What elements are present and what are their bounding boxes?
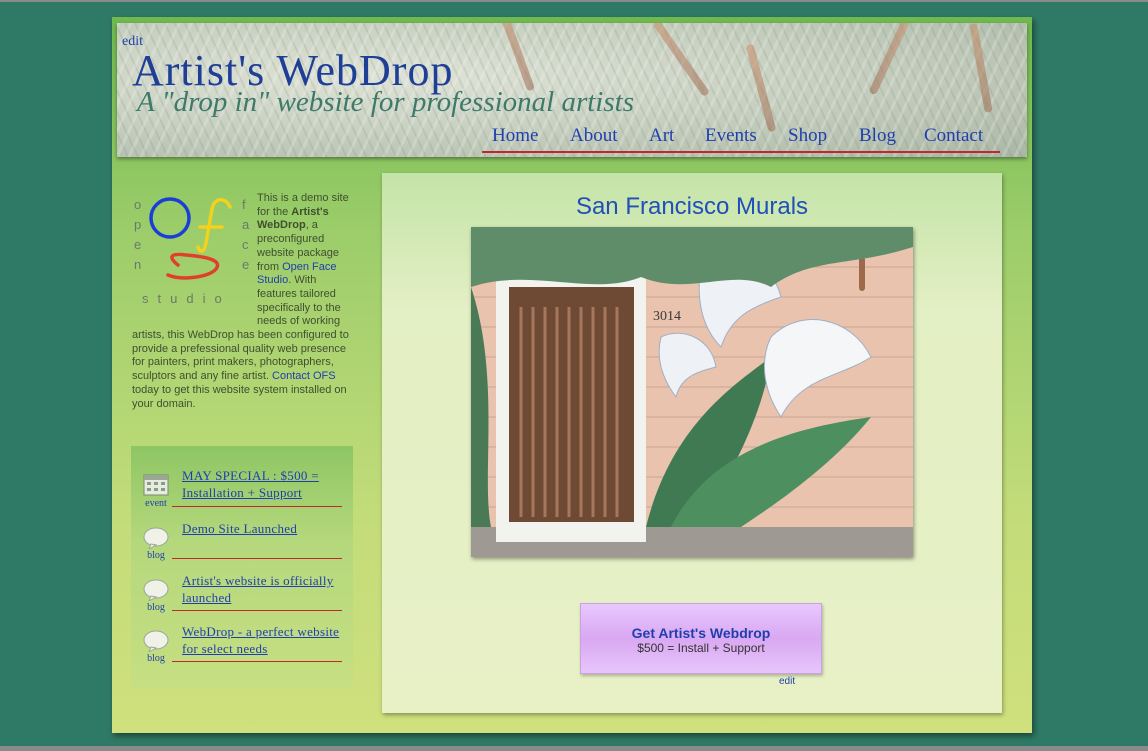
mural-illustration: 3014 [471, 227, 913, 557]
blog-title-link[interactable]: WebDrop - a perfect website for select n… [182, 624, 342, 657]
mural-image[interactable]: 3014 [471, 227, 913, 557]
cta-title: Get Artist's Webdrop [631, 625, 771, 641]
pine-cone-decoration [868, 23, 914, 96]
speech-bubble-icon [143, 630, 169, 652]
item-type-label: blog [147, 602, 165, 613]
intro-text: This is a demo site for the Artist's Web… [132, 192, 349, 410]
divider [172, 661, 342, 662]
blog-title-link[interactable]: Demo Site Launched [182, 521, 342, 538]
divider [172, 610, 342, 611]
list-item[interactable]: blog Artist's website is officially laun… [131, 571, 353, 615]
site-subtitle: A "drop in" website for professional art… [137, 86, 634, 118]
pine-cone-decoration [969, 23, 993, 114]
divider [172, 558, 342, 559]
nav-events[interactable]: Events [705, 125, 757, 147]
list-item[interactable]: blog WebDrop - a perfect website for sel… [131, 622, 353, 666]
page-container: edit Artist's WebDrop A "drop in" websit… [112, 17, 1032, 733]
event-title-link[interactable]: MAY SPECIAL : $500 = Installation + Supp… [182, 468, 342, 501]
get-webdrop-button[interactable]: Get Artist's Webdrop $500 = Install + Su… [580, 603, 822, 674]
nav-shop[interactable]: Shop [788, 125, 827, 147]
window-top-edge [0, 0, 1148, 2]
speech-bubble-icon [143, 579, 169, 601]
item-type-label: blog [147, 653, 165, 664]
list-item[interactable]: event MAY SPECIAL : $500 = Installation … [131, 466, 353, 510]
main-nav: Home About Art Events Shop Blog Contact [482, 121, 1000, 153]
divider [172, 506, 342, 507]
nav-about[interactable]: About [570, 125, 618, 147]
pine-cone-decoration [496, 23, 536, 92]
nav-contact[interactable]: Contact [924, 125, 983, 147]
events-list: event MAY SPECIAL : $500 = Installation … [131, 446, 353, 688]
speech-bubble-icon [143, 527, 169, 549]
cta-subtitle: $500 = Install + Support [637, 641, 765, 655]
house-number: 3014 [653, 309, 681, 324]
nav-home[interactable]: Home [492, 125, 538, 147]
item-type-label: blog [147, 550, 165, 561]
item-type-label: event [145, 498, 167, 509]
post-title[interactable]: San Francisco Murals [382, 193, 1002, 221]
pine-cone-decoration [651, 23, 711, 98]
edit-content-link[interactable]: edit [779, 676, 795, 687]
main-content-panel: San Francisco Murals 3014 Get Artist's W… [382, 173, 1002, 713]
nav-blog[interactable]: Blog [859, 125, 896, 147]
calendar-icon [143, 474, 169, 496]
list-item[interactable]: blog Demo Site Launched [131, 519, 353, 563]
pine-cone-decoration [745, 43, 777, 133]
nav-art[interactable]: Art [649, 125, 674, 147]
contact-ofs-link[interactable]: Contact OFS [272, 370, 336, 382]
header-banner: edit Artist's WebDrop A "drop in" websit… [117, 23, 1027, 157]
window-bottom-edge [0, 746, 1148, 751]
blog-title-link[interactable]: Artist's website is officially launched [182, 573, 342, 606]
